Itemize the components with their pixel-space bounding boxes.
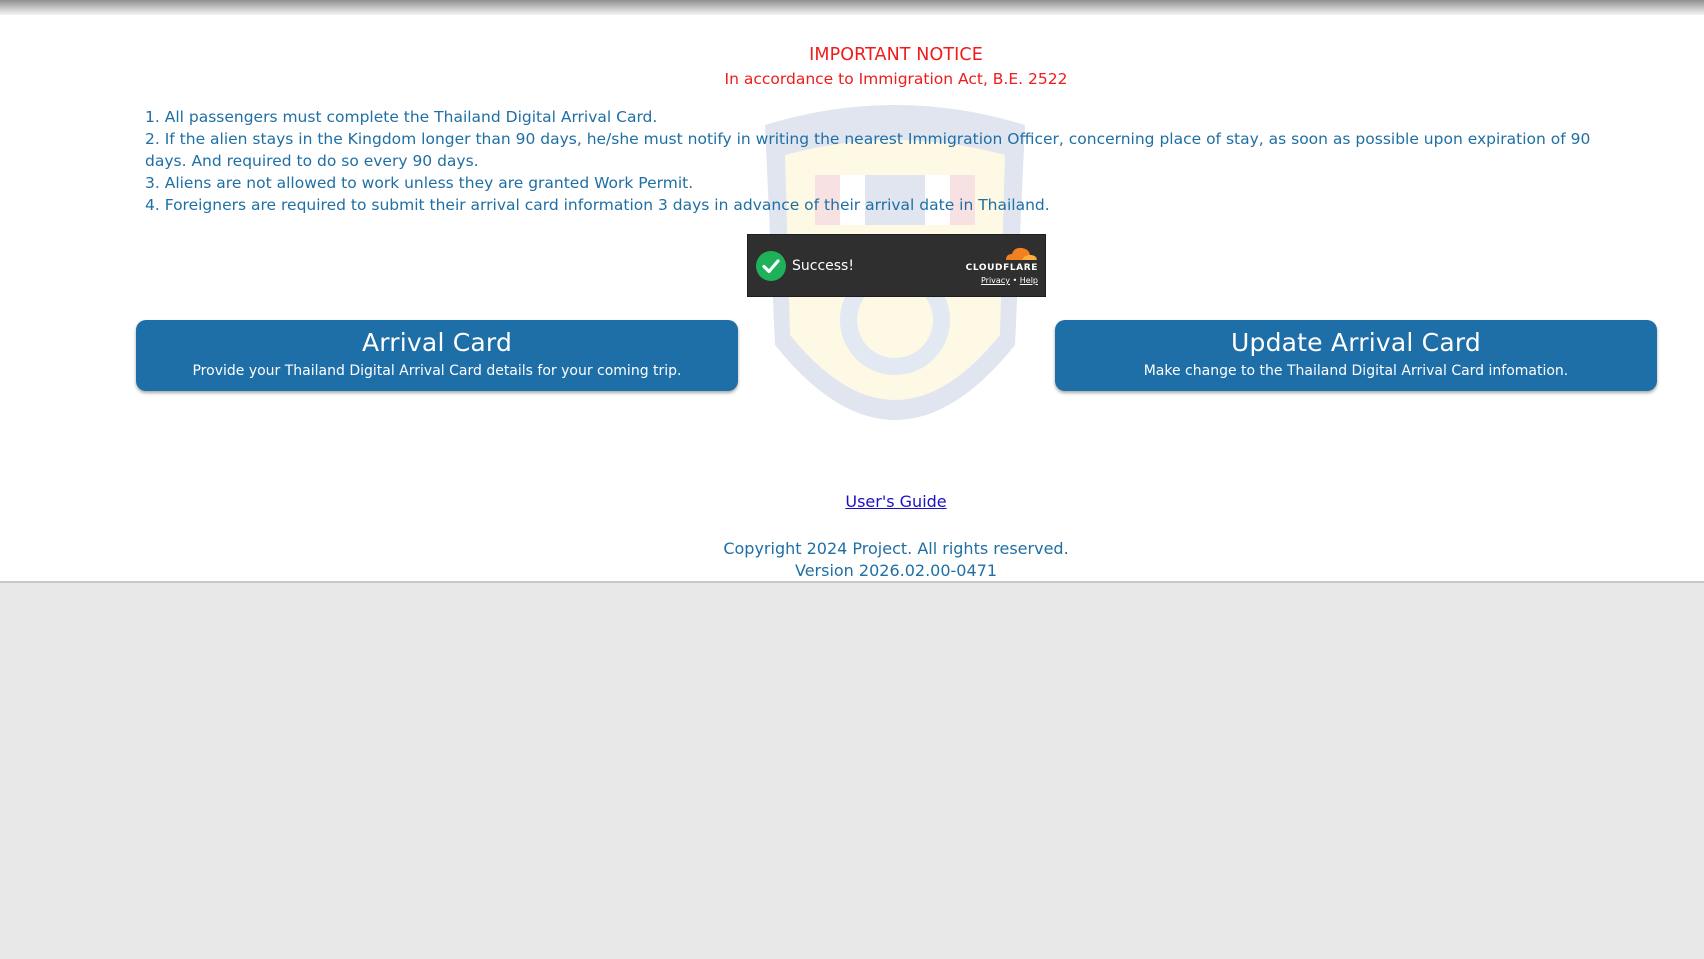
notice-item: 2. If the alien stays in the Kingdom lon… [145,130,1591,170]
notice-list: 1. All passengers must complete the Thai… [145,106,1605,216]
privacy-link[interactable]: Privacy [981,276,1010,285]
cloudflare-brand: CLOUDFLARE Privacy • Help [958,245,1038,285]
cloudflare-cloud-icon [1006,247,1037,260]
users-guide-link[interactable]: User's Guide [845,492,946,511]
arrival-card-button[interactable]: Arrival Card Provide your Thailand Digit… [136,320,738,391]
copyright-text: Copyright 2024 Project. All rights reser… [723,539,1069,558]
success-check-icon [756,251,786,281]
help-link[interactable]: Help [1020,276,1038,285]
users-guide-container: User's Guide [0,492,1704,511]
main-panel: IMPORTANT NOTICE In accordance to Immigr… [0,15,1704,583]
captcha-widget[interactable]: Success! CLOUDFLARE Privacy • Help [747,234,1046,297]
footer: Copyright 2024 Project. All rights reser… [0,538,1704,582]
notice-item: 3. Aliens are not allowed to work unless… [145,174,694,192]
arrival-card-title: Arrival Card [361,328,513,357]
cloudflare-wordmark: CLOUDFLARE [965,263,1038,273]
notice-subtitle: In accordance to Immigration Act, B.E. 2… [724,70,1068,88]
notice-item: 4. Foreigners are required to submit the… [145,196,1050,214]
arrival-card-description: Provide your Thailand Digital Arrival Ca… [192,363,682,379]
notice-title: IMPORTANT NOTICE [809,45,983,65]
version-text: Version 2026.02.00-0471 [794,561,998,580]
captcha-status: Success! [792,258,854,274]
top-bar [0,0,1704,15]
notice-item: 1. All passengers must complete the Thai… [145,108,658,126]
update-arrival-card-title: Update Arrival Card [1231,328,1481,357]
update-arrival-card-description: Make change to the Thailand Digital Arri… [1143,363,1569,379]
link-separator: • [1012,276,1018,285]
update-arrival-card-button[interactable]: Update Arrival Card Make change to the T… [1055,320,1657,391]
